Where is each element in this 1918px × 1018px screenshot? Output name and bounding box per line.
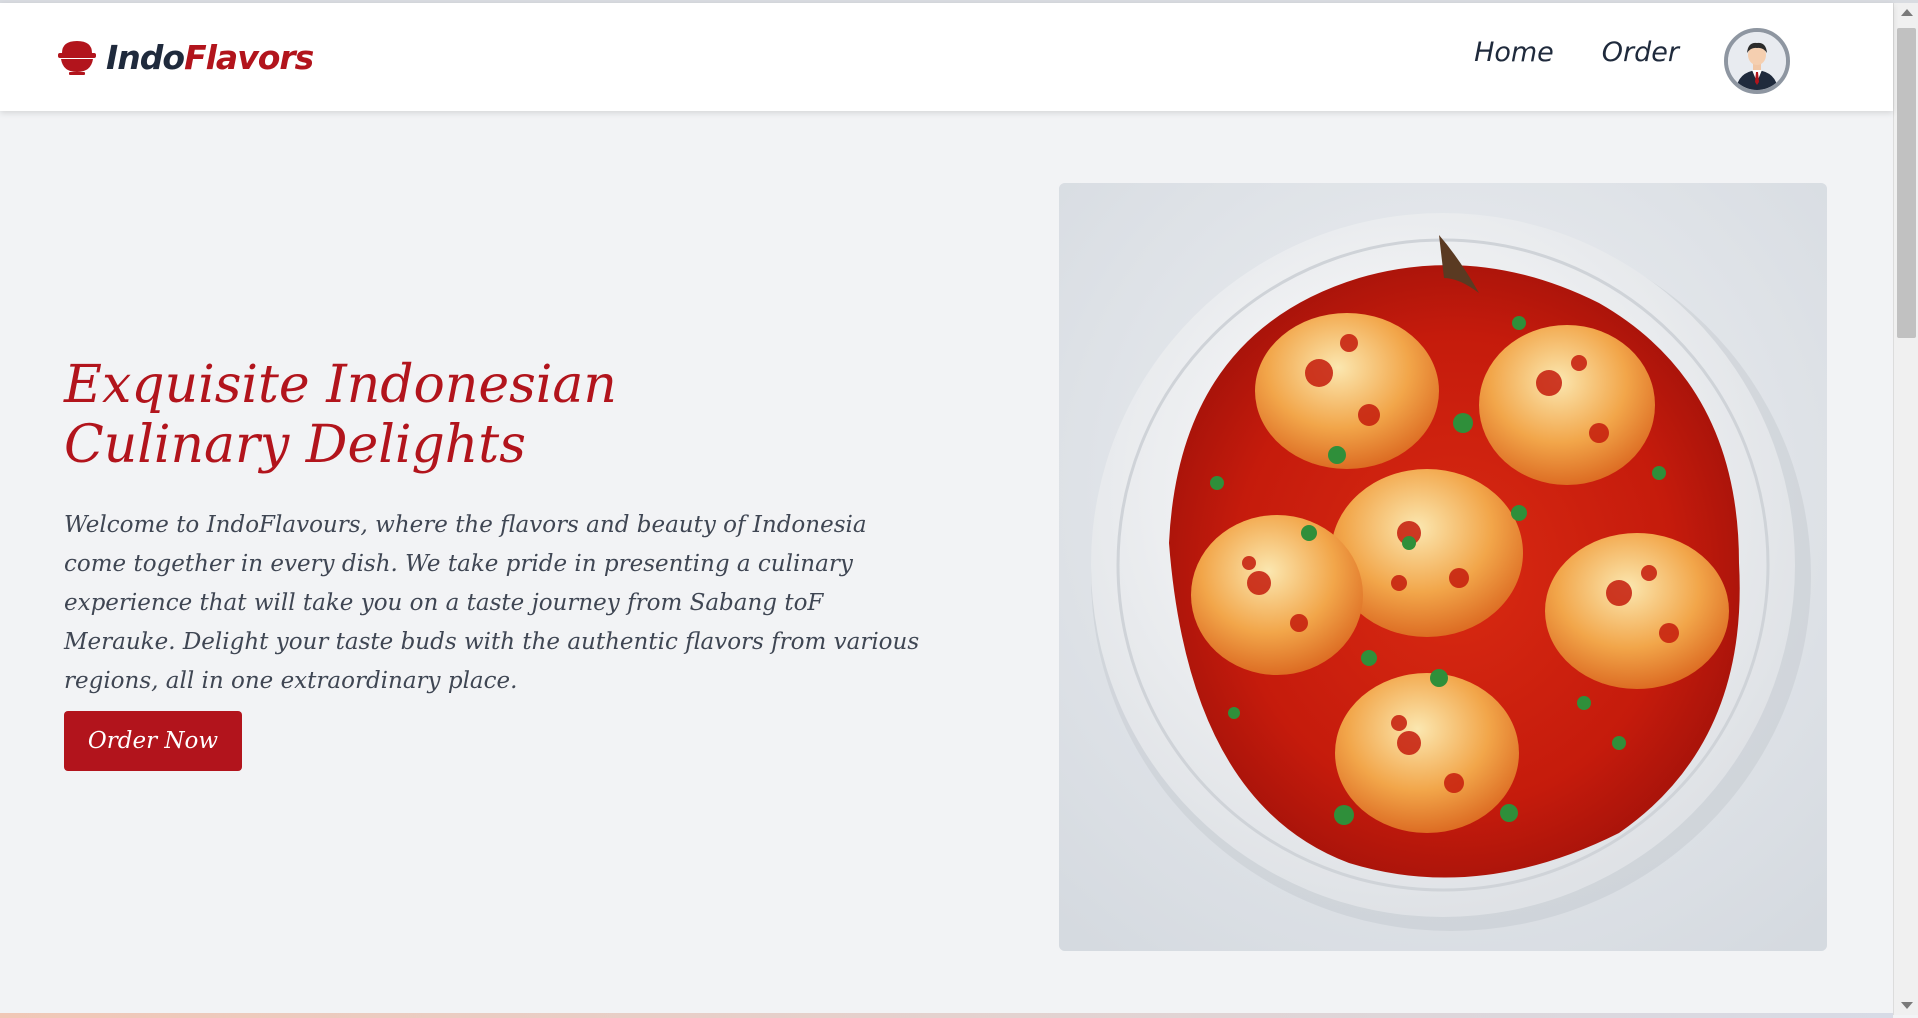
user-avatar[interactable] xyxy=(1724,28,1790,94)
next-section-edge xyxy=(0,1013,1893,1018)
nav-home-link[interactable]: Home xyxy=(1474,37,1554,68)
user-avatar-icon xyxy=(1728,32,1786,90)
brand-logo[interactable]: IndoFlavors xyxy=(56,33,314,81)
scrollbar-thumb[interactable] xyxy=(1897,28,1916,338)
scroll-up-arrow-icon[interactable] xyxy=(1901,9,1913,16)
hero-title: Exquisite Indonesian Culinary Delights xyxy=(64,355,617,475)
nav-order-link[interactable]: Order xyxy=(1602,37,1679,68)
scroll-down-arrow-icon[interactable] xyxy=(1901,1002,1913,1009)
hero-food-image xyxy=(1059,183,1827,951)
hero-description: Welcome to IndoFlavours, where the flavo… xyxy=(64,512,920,694)
balado-eggs-dish-image xyxy=(1059,183,1827,951)
main-nav: Home Order xyxy=(1474,37,1679,68)
order-now-button[interactable]: Order Now xyxy=(64,711,242,771)
brand-name-indo: Indo xyxy=(106,37,185,77)
brand-name-flavors: Flavors xyxy=(184,37,314,77)
page-scrollbar[interactable] xyxy=(1893,3,1918,1015)
rice-bowl-icon xyxy=(58,41,96,75)
hero-section: Exquisite Indonesian Culinary Delights W… xyxy=(0,111,1893,1011)
navbar: IndoFlavors Home Order xyxy=(0,3,1893,111)
